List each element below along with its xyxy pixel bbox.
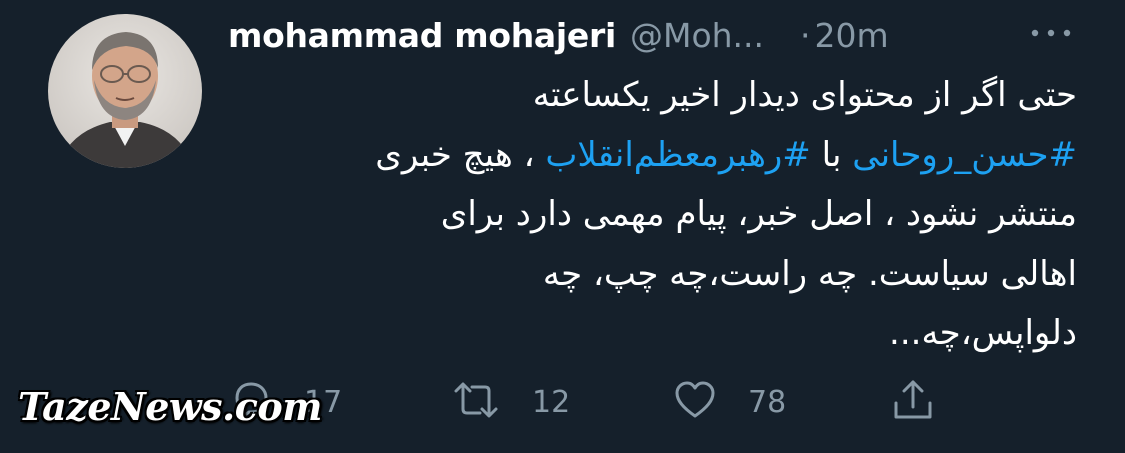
tweet-text-line: دلواپس،چه... [889, 313, 1077, 353]
heart-icon [672, 377, 718, 427]
retweet-icon [450, 377, 502, 427]
separator-dot: · [800, 15, 811, 55]
watermark: TazeNews.com [18, 384, 322, 429]
hashtag-link[interactable]: #رهبرمعظم‌انقلاب [545, 135, 810, 175]
timestamp[interactable]: 20m [815, 16, 889, 55]
tweet-actions: 17 12 78 [228, 372, 968, 432]
tweet-card: mohammad mohajeri @Moh... · 20m حتی اگر … [0, 0, 1125, 453]
tweet-header: mohammad mohajeri @Moh... · 20m [228, 10, 1108, 60]
tweet-text-line: حتی اگر از محتوای دیدار اخیر یکساعته [532, 75, 1077, 115]
share-icon [890, 377, 936, 427]
tweet-text-fragment: ، هیچ خبری [375, 134, 546, 175]
retweet-count: 12 [532, 384, 571, 420]
tweet-text: حتی اگر از محتوای دیدار اخیر یکساعته #حس… [212, 66, 1077, 364]
hashtag-link[interactable]: #حسن_روحانی [852, 135, 1077, 175]
display-name[interactable]: mohammad mohajeri [228, 16, 616, 55]
tweet-text-fragment: با [810, 134, 853, 175]
more-dots-icon[interactable] [1028, 16, 1074, 50]
retweet-button[interactable]: 12 [450, 372, 570, 432]
share-button[interactable] [890, 372, 936, 432]
tweet-text-line: اهالی سیاست. چه راست،چه چپ، چه [542, 253, 1077, 294]
like-count: 78 [748, 384, 787, 420]
avatar[interactable] [48, 14, 202, 168]
tweet-text-line: #حسن_روحانی با #رهبرمعظم‌انقلاب ، هیچ خب… [212, 126, 1077, 186]
tweet-text-line: منتشر نشود ، اصل خبر، پیام مهمی دارد برا… [440, 194, 1077, 234]
user-handle[interactable]: @Moh... [630, 16, 764, 55]
like-button[interactable]: 78 [672, 372, 786, 432]
